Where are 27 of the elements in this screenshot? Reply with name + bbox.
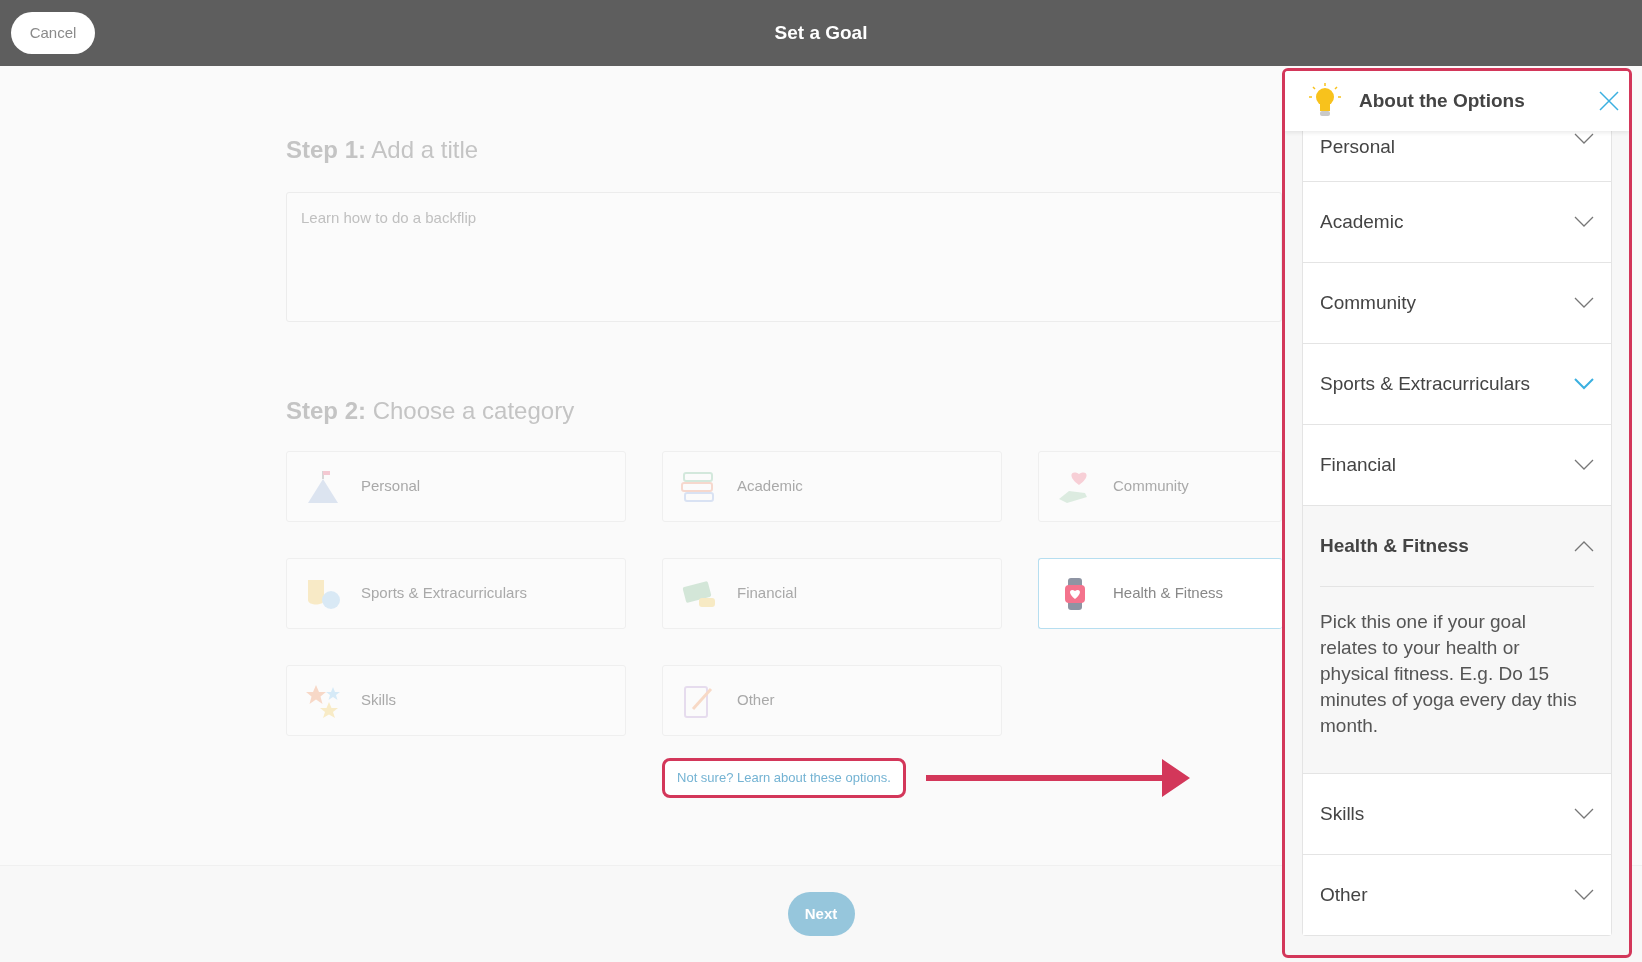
accordion-header[interactable]: Financial bbox=[1303, 425, 1611, 505]
mountain-flag-icon bbox=[305, 468, 341, 505]
accordion-header[interactable]: Personal bbox=[1303, 131, 1611, 181]
accordion-header[interactable]: Academic bbox=[1303, 182, 1611, 262]
close-icon bbox=[1599, 91, 1619, 111]
option-description: Pick this one if your goal relates to your health or physical fitness. E.g. Do 15 minutes of yoga every day this month. bbox=[1320, 610, 1578, 738]
category-card[interactable]: Personal bbox=[286, 451, 626, 522]
accordion-header[interactable]: Skills bbox=[1303, 774, 1611, 854]
cancel-button[interactable]: Cancel bbox=[11, 12, 95, 54]
category-card[interactable]: Other bbox=[662, 665, 1002, 736]
category-card[interactable]: Health & Fitness bbox=[1038, 558, 1282, 629]
category-card[interactable]: Academic bbox=[662, 451, 1002, 522]
category-card[interactable]: Community bbox=[1038, 451, 1282, 522]
goal-title-field[interactable]: Learn how to do a backflip bbox=[286, 192, 1282, 322]
category-card[interactable]: Skills bbox=[286, 665, 626, 736]
accordion-header[interactable]: Community bbox=[1303, 263, 1611, 343]
category-card[interactable]: Financial bbox=[662, 558, 1002, 629]
panel-title: About the Options bbox=[1359, 88, 1525, 113]
close-button[interactable] bbox=[1597, 89, 1621, 113]
accordion-header[interactable]: Sports & Extracurriculars bbox=[1303, 344, 1611, 424]
lightbulb-icon bbox=[1309, 83, 1341, 119]
category-card[interactable]: Sports & Extracurriculars bbox=[286, 558, 626, 629]
accordion-header[interactable]: Other bbox=[1303, 855, 1611, 935]
accordion-header[interactable]: Health & Fitness bbox=[1303, 506, 1611, 586]
learn-options-link[interactable]: Not sure? Learn about these options. bbox=[662, 758, 906, 798]
next-button[interactable]: Next bbox=[787, 892, 855, 936]
page-title: Set a Goal bbox=[774, 20, 868, 45]
